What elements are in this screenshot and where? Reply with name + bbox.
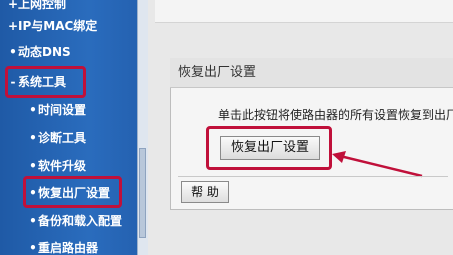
highlight-system-tools xyxy=(5,66,86,98)
sidebar-item-label: 动态DNS xyxy=(18,45,71,59)
sidebar-item-backup-restore[interactable]: •备份和载入配置 xyxy=(28,211,122,231)
sidebar-item-firmware-upgrade[interactable]: •软件升级 xyxy=(28,156,86,176)
panel-title: 恢复出厂设置 xyxy=(170,58,453,88)
sidebar-item-label: 上网控制 xyxy=(18,0,67,11)
sidebar-item-label: 备份和载入配置 xyxy=(38,214,123,228)
sidebar-item-label: 诊断工具 xyxy=(38,131,87,145)
bullet-icon: • xyxy=(29,241,37,255)
top-strip xyxy=(155,0,453,23)
sidebar-item-dynamic-dns[interactable]: •动态DNS xyxy=(8,42,71,62)
expand-icon: + xyxy=(8,0,19,11)
bullet-icon: • xyxy=(29,131,37,145)
sidebar-item-access-control[interactable]: +上网控制 xyxy=(8,0,66,14)
bullet-icon: • xyxy=(29,214,37,228)
help-button[interactable]: 帮 助 xyxy=(181,181,229,203)
factory-reset-button[interactable]: 恢复出厂设置 xyxy=(220,136,320,160)
bullet-icon: • xyxy=(29,159,37,173)
sidebar-item-label: 时间设置 xyxy=(38,103,87,117)
sidebar-item-reboot[interactable]: •重启路由器 xyxy=(28,238,98,255)
sidebar-item-time-settings[interactable]: •时间设置 xyxy=(28,100,86,120)
sidebar-nav: +上网控制 +IP与MAC绑定 •动态DNS - 系统工具 •时间设置 •诊断工具… xyxy=(0,0,148,255)
divider xyxy=(178,176,448,177)
sidebar-item-diagnostics[interactable]: •诊断工具 xyxy=(28,128,86,148)
sidebar-item-ip-mac-binding[interactable]: +IP与MAC绑定 xyxy=(8,16,97,36)
reset-description: 单击此按钮将使路由器的所有设置恢复到出厂 xyxy=(218,108,453,122)
expand-icon: + xyxy=(8,19,19,33)
bullet-icon: • xyxy=(9,45,17,59)
highlight-factory-reset xyxy=(23,176,122,208)
sidebar-item-label: 软件升级 xyxy=(38,159,87,173)
scrollbar-thumb[interactable] xyxy=(139,148,146,238)
sidebar-item-label: IP与MAC绑定 xyxy=(18,19,98,33)
sidebar-item-label: 重启路由器 xyxy=(38,241,99,255)
bullet-icon: • xyxy=(29,103,37,117)
